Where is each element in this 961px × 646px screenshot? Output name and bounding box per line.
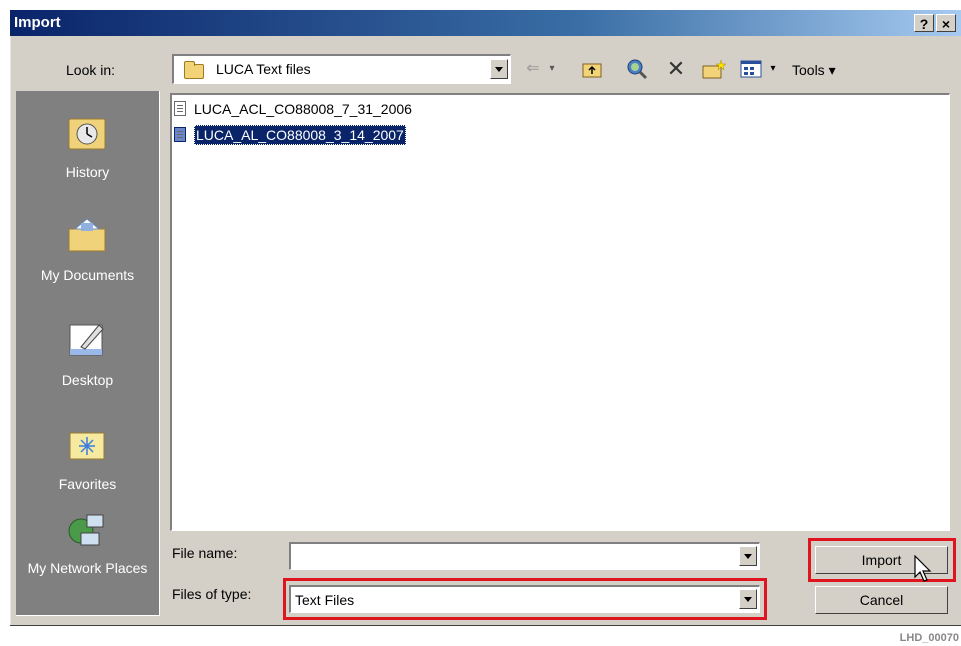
file-name: LUCA_ACL_CO88008_7_31_2006 — [194, 101, 412, 117]
network-places-icon — [68, 514, 104, 546]
filetype-highlight — [283, 578, 767, 620]
desktop-icon — [69, 324, 104, 356]
tools-label: Tools — [792, 62, 825, 78]
lookin-dropdown[interactable]: LUCA Text files — [172, 54, 511, 84]
file-name: LUCA_AL_CO88008_3_14_2007 — [194, 125, 406, 145]
filename-label: File name: — [172, 545, 238, 561]
place-label: Favorites — [58, 476, 117, 492]
text-file-icon — [174, 127, 186, 142]
back-dropdown-icon[interactable]: ▾ — [546, 56, 558, 82]
place-label: History — [65, 164, 110, 180]
text-file-icon — [174, 101, 186, 116]
places-bar: History My Documents Desktop Favorites M… — [16, 91, 160, 616]
title-bar: Import ? × — [10, 10, 961, 36]
search-web-icon[interactable] — [624, 56, 650, 82]
lookin-dropdown-arrow[interactable] — [490, 59, 508, 79]
dialog-bottom-border — [10, 625, 961, 626]
tools-menu[interactable]: Tools ▾ — [792, 62, 836, 79]
close-button[interactable]: × — [936, 14, 956, 32]
views-dropdown-icon[interactable]: ▾ — [766, 56, 780, 82]
window-title: Import — [14, 14, 61, 31]
mouse-cursor-icon — [914, 555, 932, 582]
up-folder-icon[interactable] — [580, 56, 604, 82]
back-icon[interactable]: ⇐ — [520, 56, 546, 82]
my-documents-icon — [68, 218, 106, 252]
place-label: My Documents — [40, 267, 135, 283]
filetype-label: Files of type: — [172, 586, 252, 602]
views-icon[interactable] — [738, 56, 764, 82]
filename-field[interactable] — [289, 542, 760, 570]
folder-icon — [184, 61, 204, 79]
favorites-icon — [69, 432, 105, 460]
history-icon — [68, 118, 106, 150]
cancel-button[interactable]: Cancel — [815, 586, 948, 614]
filename-dropdown-arrow[interactable] — [739, 546, 757, 566]
lookin-value: LUCA Text files — [216, 61, 311, 77]
delete-icon[interactable]: ✕ — [664, 56, 688, 82]
file-list[interactable]: LUCA_ACL_CO88008_7_31_2006 LUCA_AL_CO880… — [170, 93, 950, 531]
footer-code: LHD_00070 — [899, 632, 959, 644]
help-button[interactable]: ? — [914, 14, 934, 32]
new-folder-icon[interactable] — [700, 56, 728, 82]
cancel-button-label: Cancel — [859, 592, 904, 608]
lookin-label: Look in: — [66, 62, 116, 78]
place-label: Desktop — [61, 372, 114, 388]
place-label: My Network Places — [27, 560, 148, 576]
